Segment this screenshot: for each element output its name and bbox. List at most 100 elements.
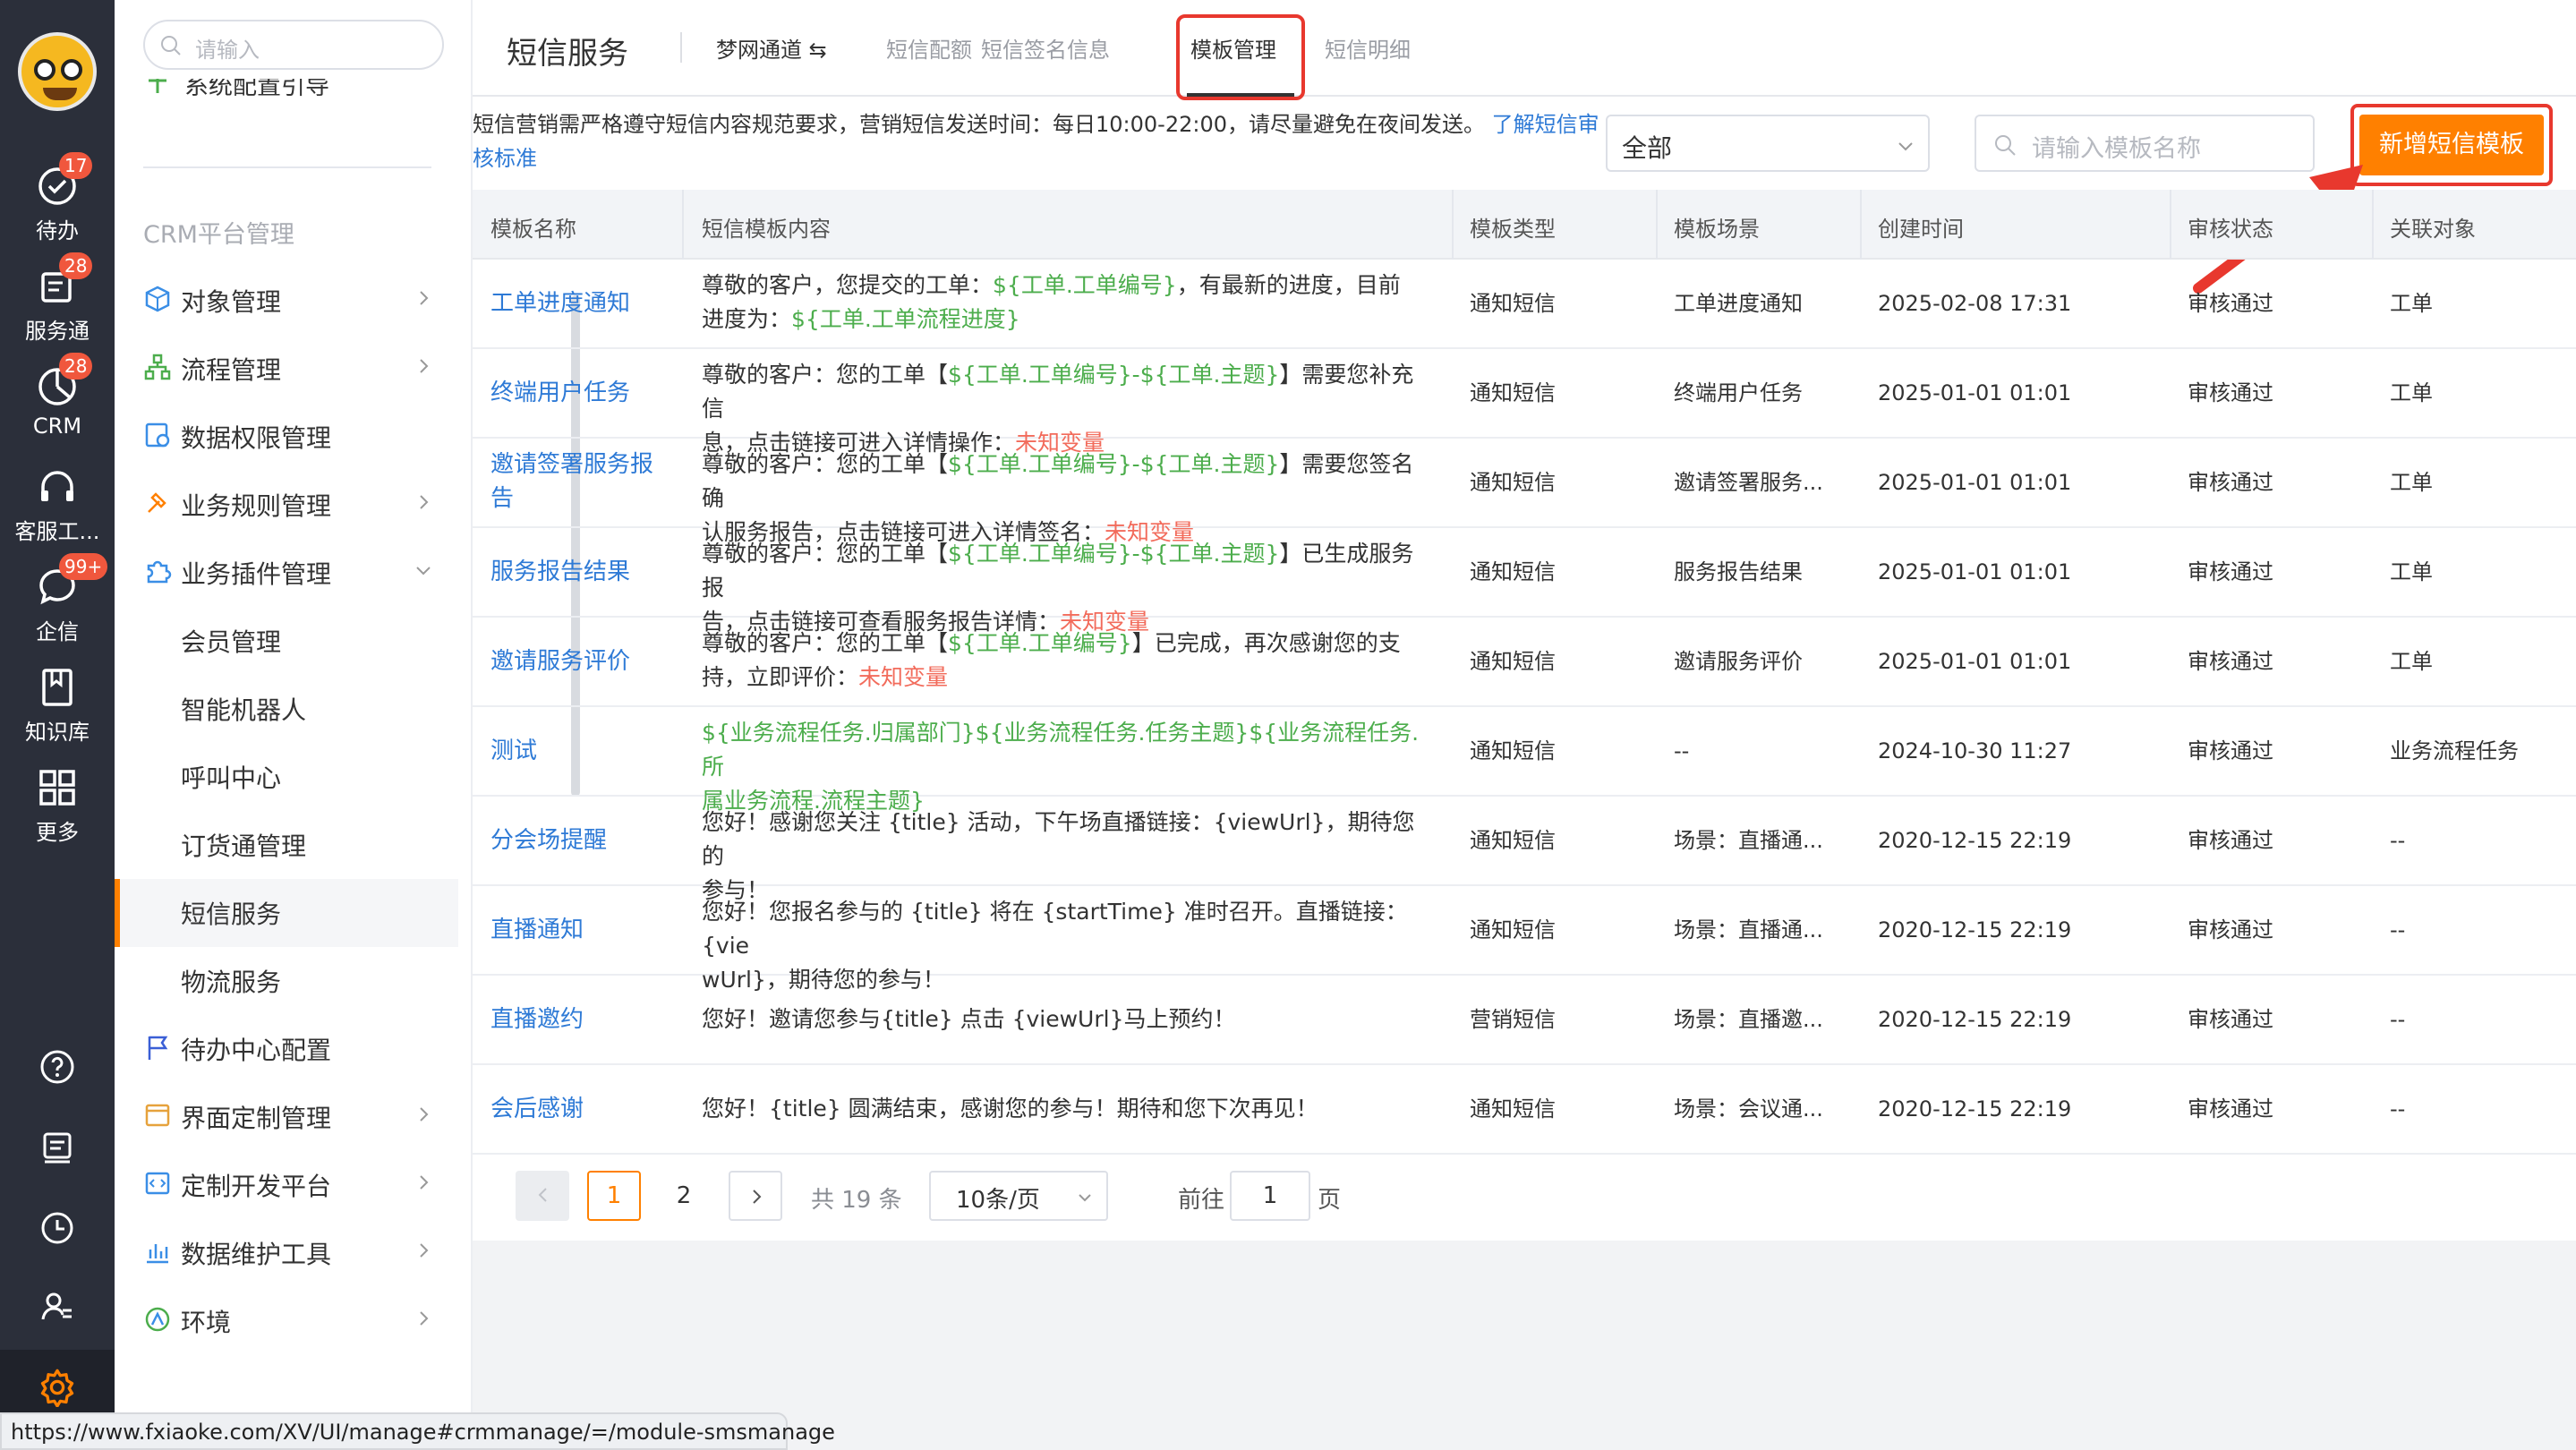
cell-type: 通知短信 [1470, 738, 1556, 763]
tab-1[interactable]: 梦网通道 ⇆ [716, 32, 827, 64]
new-sms-template-button[interactable]: 新增短信模板 [2359, 115, 2544, 175]
browser-status-bar: https://www.fxiaoke.com/XV/UI/manage#crm… [0, 1412, 835, 1450]
template-name-link[interactable]: 测试 [490, 734, 678, 768]
audit-standard-link[interactable]: 了解短信审 [1492, 112, 1599, 137]
table-row[interactable]: 邀请服务评价 尊敬的客户：您的工单【${工单.工单编号}】已完成，再次感谢您的支持… [473, 618, 2576, 707]
table-row[interactable]: 测试 ${业务流程任务.归属部门}${业务流程任务.任务主题}${业务流程任务.所… [473, 707, 2576, 814]
menu-item-12[interactable]: 待办中心配置 [115, 1015, 458, 1078]
page-size-select[interactable]: 10条/页 [929, 1171, 1108, 1221]
table-row[interactable]: 邀请签署服务报告尊敬的客户：您的工单【${工单.工单编号}-${工单.主题}】需… [473, 439, 2576, 545]
column-separator[interactable] [682, 190, 684, 260]
headset-icon [41, 471, 73, 501]
table-row[interactable]: 直播邀约 您好！邀请您参与{title} 点击 {viewUrl}马上预约！ 营销短… [473, 976, 2576, 1065]
notes-icon[interactable] [39, 1130, 75, 1165]
menu-item-3[interactable]: 数据权限管理 [115, 403, 458, 465]
contacts-icon[interactable] [39, 1289, 75, 1325]
chevron-down-icon [1079, 1194, 1091, 1202]
menu-item-10[interactable]: 短信服务 [115, 879, 458, 947]
tab-2[interactable]: 短信配额 [886, 32, 972, 64]
chevron-down-icon [416, 567, 431, 576]
cell-status: 审核通过 [2188, 828, 2273, 853]
cell-time: 2020-12-15 22:19 [1878, 1007, 2072, 1032]
cell-scene: 终端用户任务 [1674, 380, 1803, 405]
template-name-link[interactable]: 会后感谢 [490, 1092, 678, 1126]
audit-standard-link-cont[interactable]: 核标准 [473, 146, 537, 171]
next-page-button[interactable] [729, 1171, 782, 1221]
page-1-button[interactable]: 1 [587, 1171, 641, 1221]
table-row[interactable]: 服务报告结果 尊敬的客户：您的工单【${工单.工单编号}-${工单.主题}】已生成… [473, 528, 2576, 635]
chevron-right-icon [753, 1190, 762, 1204]
menu-item-9[interactable]: 订货通管理 [115, 811, 458, 874]
chevron-right-icon [420, 1107, 429, 1122]
column-separator[interactable] [2372, 190, 2374, 260]
template-name-link[interactable]: 工单进度通知 [490, 286, 678, 320]
menu-item-14[interactable]: 定制开发平台 [115, 1151, 458, 1214]
template-name-link[interactable]: 直播通知 [490, 913, 678, 947]
column-separator[interactable] [1860, 190, 1862, 260]
rail-item-chat[interactable]: 99+ 企信 [0, 553, 115, 648]
menu-item-1[interactable]: 对象管理 [115, 267, 458, 329]
search-icon [161, 36, 181, 55]
goto-page-input[interactable]: 1 [1230, 1171, 1310, 1221]
chevron-right-icon [420, 1243, 429, 1258]
menu-item-label: 定制开发平台 [181, 1172, 332, 1201]
rail-item-service[interactable]: 28 服务通 [0, 252, 115, 347]
column-header-3: 模板类型 [1470, 217, 1556, 242]
table-row[interactable]: 会后感谢 您好！{title} 圆满结束，感谢您的参与！期待和您下次再见！ 通知短信… [473, 1065, 2576, 1155]
clock-icon[interactable] [39, 1210, 75, 1246]
column-separator[interactable] [1656, 190, 1658, 260]
rail-item-more[interactable]: 更多 [0, 759, 115, 849]
template-content: 您好！邀请您参与{title} 点击 {viewUrl}马上预约！ [702, 1006, 1236, 1032]
tab-5[interactable]: 短信明细 [1325, 32, 1411, 64]
cell-time: 2025-01-01 01:01 [1878, 649, 2072, 674]
chevron-right-icon [420, 1311, 429, 1326]
layout-icon [145, 1104, 170, 1127]
menu-item-16[interactable]: 环境 [115, 1287, 458, 1350]
menu-item-label: 会员管理 [181, 627, 282, 657]
template-name-link[interactable]: 分会场提醒 [490, 823, 678, 857]
menu-item-6[interactable]: 会员管理 [115, 607, 458, 670]
rail-badge: 17 [59, 152, 93, 179]
chevron-right-icon [420, 1175, 429, 1190]
menu-search-input[interactable]: 请输入 [143, 20, 444, 70]
rail-item-knowledge[interactable]: 知识库 [0, 659, 115, 748]
menu-item-label: 智能机器人 [181, 695, 307, 725]
template-name-link[interactable]: 直播邀约 [490, 1002, 678, 1036]
chevron-right-icon [420, 359, 429, 373]
menu-item-13[interactable]: 界面定制管理 [115, 1083, 458, 1146]
table-row[interactable]: 工单进度通知 尊敬的客户，您提交的工单：${工单.工单编号}，有最新的进度，目前进… [473, 260, 2576, 349]
menu-divider [143, 166, 431, 168]
help-icon[interactable] [39, 1049, 75, 1085]
template-name-link[interactable]: 邀请签署服务报告 [490, 448, 678, 516]
table-row[interactable]: 终端用户任务 尊敬的客户：您的工单【${工单.工单编号}-${工单.主题}】需要您… [473, 349, 2576, 456]
menu-search-placeholder: 请输入 [195, 38, 260, 63]
menu-item-5[interactable]: 业务插件管理 [115, 539, 458, 601]
template-name-link[interactable]: 服务报告结果 [490, 555, 678, 589]
prev-page-button[interactable] [516, 1171, 569, 1221]
gear-icon[interactable] [38, 1368, 77, 1407]
menu-item-11[interactable]: 物流服务 [115, 947, 458, 1010]
template-type-select[interactable]: 全部 [1606, 115, 1930, 172]
menu-item-8[interactable]: 呼叫中心 [115, 743, 458, 806]
rail-badge: 28 [59, 252, 93, 279]
menu-item-15[interactable]: 数据维护工具 [115, 1219, 458, 1282]
rail-item-todo[interactable]: 17 待办 [0, 152, 115, 247]
column-separator[interactable] [2170, 190, 2171, 260]
cell-time: 2025-01-01 01:01 [1878, 559, 2072, 584]
menu-item-label: 呼叫中心 [181, 763, 282, 793]
tab-3[interactable]: 短信签名信息 [981, 32, 1110, 64]
menu-item-4[interactable]: 业务规则管理 [115, 471, 458, 533]
rail-item-crm[interactable]: 28 CRM [0, 353, 115, 448]
template-name-link[interactable]: 终端用户任务 [490, 376, 678, 410]
menu-item-partial[interactable]: 系统配置引导 [143, 79, 412, 115]
menu-item-2[interactable]: 流程管理 [115, 335, 458, 397]
template-name-link[interactable]: 邀请服务评价 [490, 644, 678, 678]
rail-item-headset[interactable]: 客服工... [0, 458, 115, 548]
page-2-button[interactable]: 2 [657, 1171, 711, 1221]
app-logo[interactable] [18, 32, 97, 111]
table-row[interactable]: 直播通知 您好！您报名参与的 {title} 将在 {startTime} 准时召… [473, 886, 2576, 993]
active-tab-underline [1187, 93, 1294, 97]
table-row[interactable]: 分会场提醒 您好！感谢您关注 {title} 活动，下午场直播链接：{viewUr… [473, 797, 2576, 903]
menu-item-7[interactable]: 智能机器人 [115, 675, 458, 738]
column-separator[interactable] [1452, 190, 1454, 260]
